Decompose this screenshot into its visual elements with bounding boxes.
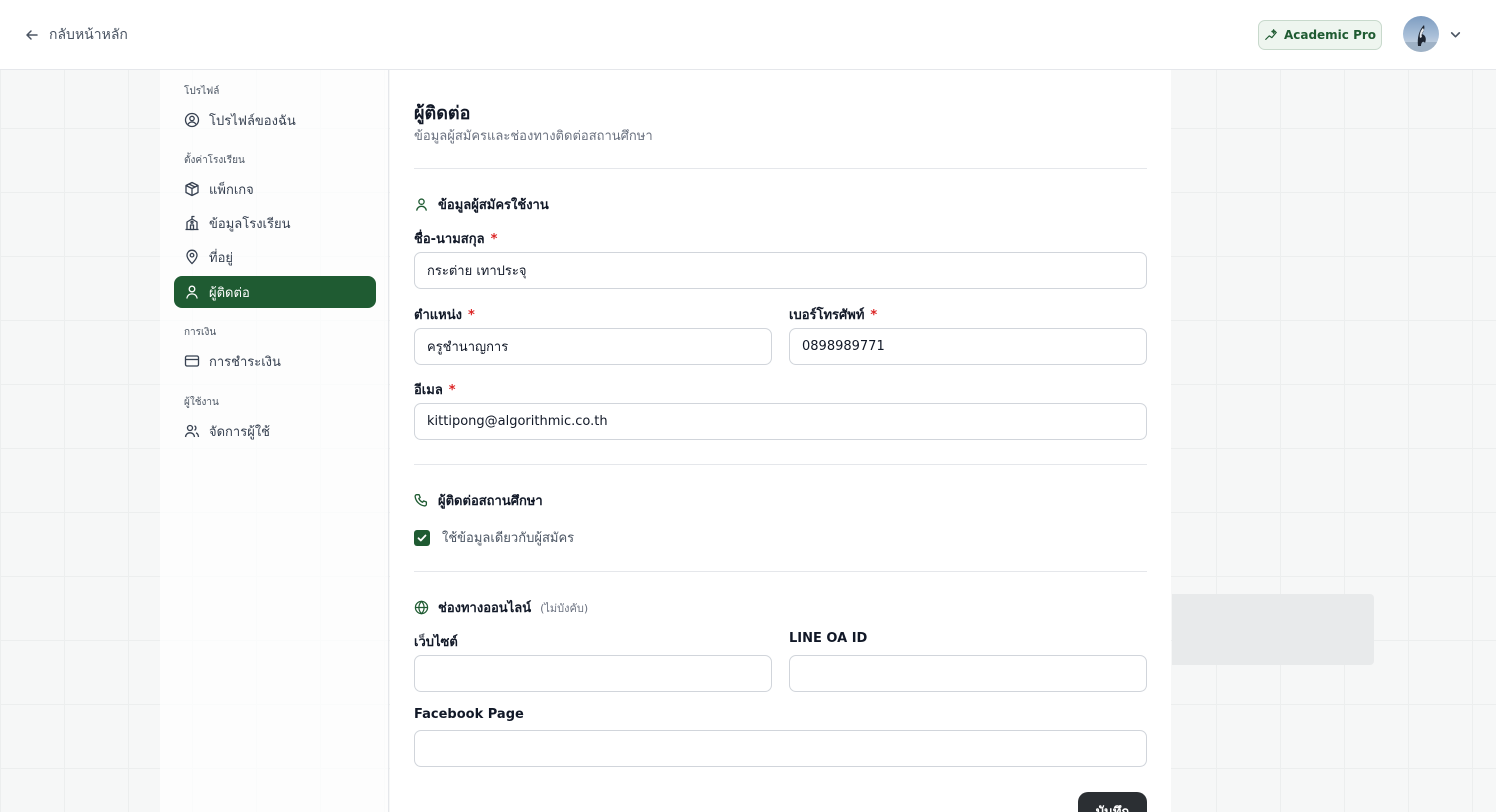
- same-as-applicant-label: ใช้ข้อมูลเดียวกับผู้สมัคร: [442, 531, 575, 546]
- page-title: ผู้ติดต่อ: [414, 103, 471, 124]
- nav-group-school-settings: ตั้งค่าโรงเรียน: [184, 155, 245, 166]
- package-icon: [185, 181, 199, 197]
- school-contact-section-title: ผู้ติดต่อสถานศึกษา: [438, 494, 543, 509]
- fullname-label-text: ชื่อ-นามสกุล: [414, 232, 485, 247]
- position-label: ตำแหน่ง *: [414, 304, 475, 325]
- line-oa-label: LINE OA ID: [789, 631, 868, 646]
- sidebar-item-label: จัดการผู้ใช้: [209, 424, 271, 440]
- avatar-image: [1403, 25, 1439, 52]
- required-mark: *: [448, 383, 456, 398]
- sidebar-item-label: ผู้ติดต่อ: [209, 285, 250, 301]
- sparkle-chart-icon: [1265, 29, 1277, 40]
- divider: [414, 464, 1147, 465]
- map-pin-icon: [186, 249, 198, 265]
- school-icon: [185, 215, 199, 231]
- fullname-label: ชื่อ-นามสกุล *: [414, 228, 497, 249]
- sidebar-item-label: ข้อมูลโรงเรียน: [209, 216, 291, 232]
- avatar[interactable]: [1403, 16, 1439, 52]
- sidebar-item-package[interactable]: แพ็กเกจ: [174, 173, 376, 205]
- settings-sidebar: โปรไฟล์ โปรไฟล์ของฉัน ตั้งค่าโรงเรียน แพ…: [160, 70, 389, 812]
- top-bar: กลับหน้าหลัก Academic Pro: [0, 0, 1496, 70]
- position-label-text: ตำแหน่ง: [414, 308, 462, 323]
- sidebar-item-label: ที่อยู่: [209, 250, 233, 266]
- sidebar-item-manage-users[interactable]: จัดการผู้ใช้: [174, 415, 376, 447]
- applicant-section-header: ข้อมูลผู้สมัครใช้งาน: [414, 194, 549, 215]
- arrow-left-icon: [26, 30, 38, 40]
- phone-input[interactable]: [789, 328, 1147, 365]
- phone-label: เบอร์โทรศัพท์ *: [789, 304, 877, 325]
- sidebar-item-contacts[interactable]: ผู้ติดต่อ: [174, 276, 376, 308]
- back-link-label: กลับหน้าหลัก: [49, 27, 128, 43]
- sidebar-item-school-info[interactable]: ข้อมูลโรงเรียน: [174, 207, 376, 239]
- applicant-section-title: ข้อมูลผู้สมัครใช้งาน: [438, 198, 549, 213]
- sidebar-item-label: โปรไฟล์ของฉัน: [209, 113, 296, 129]
- nav-group-users: ผู้ใช้งาน: [184, 397, 219, 408]
- line-oa-input[interactable]: [789, 655, 1147, 692]
- fullname-input[interactable]: [414, 252, 1147, 289]
- sidebar-item-my-profile[interactable]: โปรไฟล์ของฉัน: [174, 104, 376, 136]
- school-contact-section-header: ผู้ติดต่อสถานศึกษา: [414, 490, 543, 511]
- phone-icon: [414, 494, 428, 507]
- sidebar-item-label: การชำระเงิน: [209, 354, 281, 370]
- user-icon: [186, 285, 198, 299]
- optional-note: (ไม่บังคับ): [540, 601, 589, 615]
- facebook-page-input[interactable]: [414, 730, 1147, 767]
- background-placeholder-block: [1172, 594, 1374, 665]
- required-mark: *: [490, 232, 498, 247]
- sidebar-item-payment[interactable]: การชำระเงิน: [174, 345, 376, 377]
- plan-badge[interactable]: Academic Pro: [1258, 20, 1382, 50]
- website-input[interactable]: [414, 655, 772, 692]
- credit-card-icon: [184, 355, 200, 367]
- facebook-page-label: Facebook Page: [414, 707, 524, 722]
- page-subtitle: ข้อมูลผู้สมัครและช่องทางติดต่อสถานศึกษา: [414, 129, 653, 144]
- chevron-down-icon[interactable]: [1449, 28, 1462, 41]
- same-as-applicant-checkbox-row[interactable]: ใช้ข้อมูลเดียวกับผู้สมัคร: [414, 527, 574, 548]
- user-circle-icon: [184, 112, 200, 128]
- plan-badge-label: Academic Pro: [1283, 28, 1377, 42]
- divider: [414, 571, 1147, 572]
- same-as-applicant-checkbox[interactable]: [414, 529, 430, 546]
- email-label-text: อีเมล: [414, 383, 443, 398]
- required-mark: *: [870, 308, 878, 323]
- online-section-title: ช่องทางออนไลน์: [438, 601, 532, 616]
- sidebar-item-label: แพ็กเกจ: [209, 182, 254, 198]
- sidebar-item-address[interactable]: ที่อยู่: [174, 241, 376, 273]
- nav-group-profile: โปรไฟล์: [184, 86, 220, 97]
- position-input[interactable]: [414, 328, 772, 365]
- phone-label-text: เบอร์โทรศัพท์: [789, 308, 865, 323]
- website-label: เว็บไซต์: [414, 635, 458, 650]
- save-button[interactable]: บันทึก: [1078, 792, 1147, 812]
- online-section-header: ช่องทางออนไลน์ (ไม่บังคับ): [414, 597, 588, 618]
- divider: [414, 168, 1147, 169]
- globe-icon: [414, 600, 429, 615]
- back-to-home-link[interactable]: กลับหน้าหลัก: [24, 24, 128, 46]
- email-input[interactable]: [414, 403, 1147, 440]
- email-label: อีเมล *: [414, 379, 456, 400]
- required-mark: *: [467, 308, 475, 323]
- check-icon: [417, 534, 427, 541]
- contact-form-panel: ผู้ติดต่อ ข้อมูลผู้สมัครและช่องทางติดต่อ…: [390, 70, 1171, 812]
- nav-group-finance: การเงิน: [184, 327, 217, 338]
- users-icon: [184, 424, 200, 438]
- user-icon: [415, 198, 428, 211]
